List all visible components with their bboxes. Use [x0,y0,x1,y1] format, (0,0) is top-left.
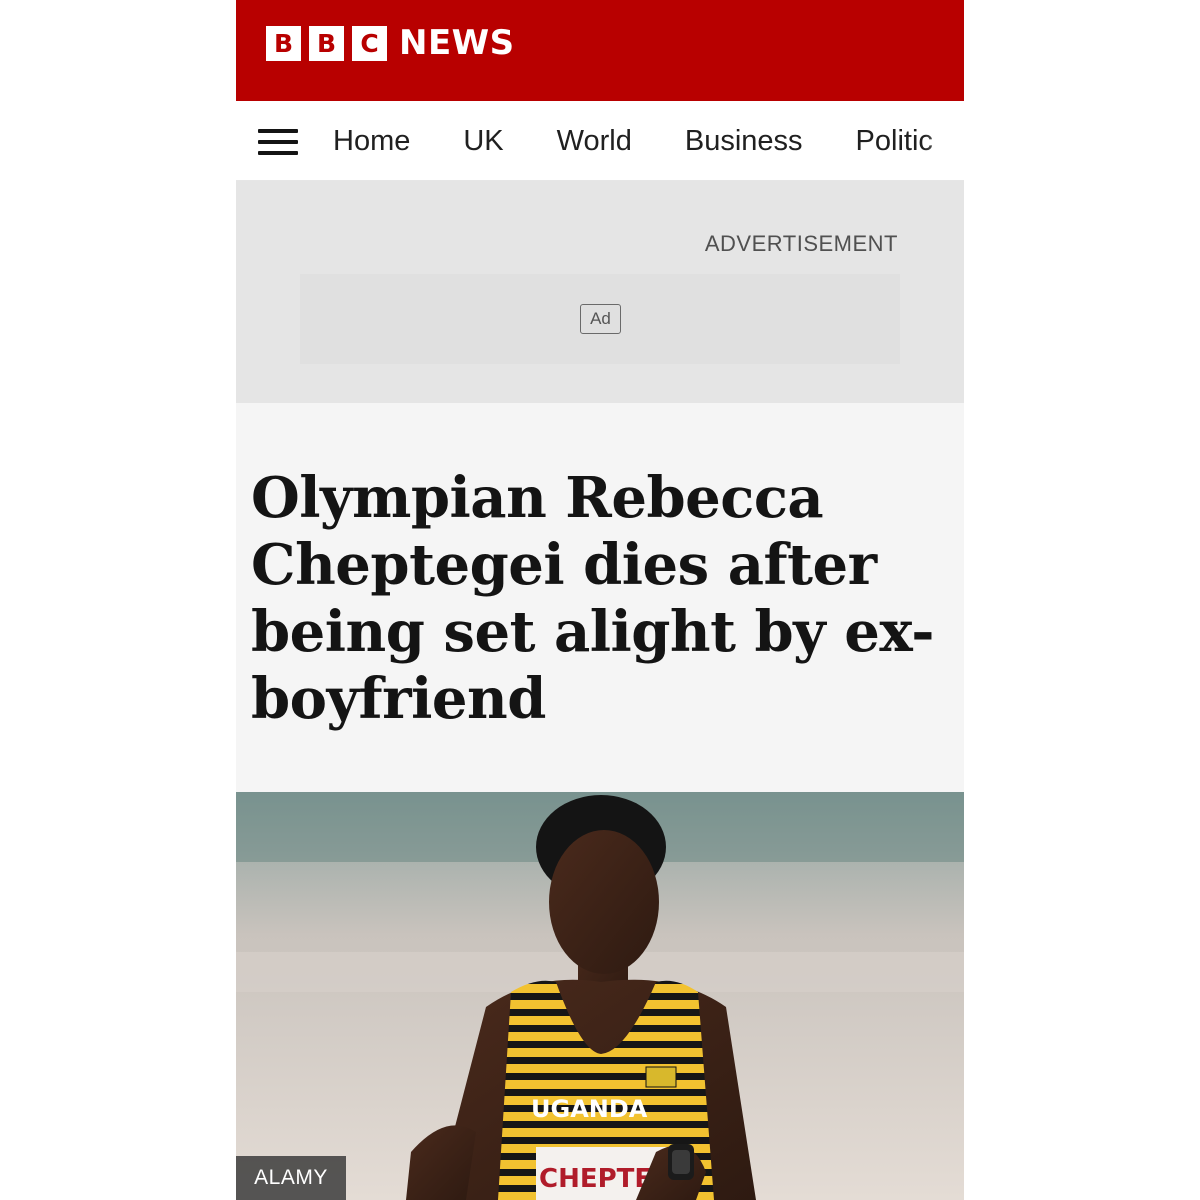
menu-line [258,140,298,144]
menu-line [258,129,298,133]
image-credit: ALAMY [236,1156,346,1200]
nav-item-uk[interactable]: UK [463,125,503,158]
vest-text: UGANDA [531,1095,648,1123]
bbc-news-logo[interactable]: B B C NEWS [266,25,515,62]
nav-item-business[interactable]: Business [685,125,803,158]
hamburger-menu-icon[interactable] [258,129,298,155]
logo-letter-b2: B [309,26,344,61]
nav-item-home[interactable]: Home [333,125,410,158]
advertisement-area: ADVERTISEMENT Ad [236,181,964,403]
nav-item-world[interactable]: World [557,125,632,158]
menu-line [258,151,298,155]
runner-photo-illustration: UGANDA CHEPTEGEI [236,792,964,1200]
advertisement-label: ADVERTISEMENT [704,231,898,256]
article-headline: Olympian Rebecca Cheptegei dies after be… [251,465,934,732]
logo-word-news: NEWS [399,23,515,63]
ad-slot[interactable]: Ad [300,274,900,364]
logo-letter-c: C [352,26,387,61]
ad-badge: Ad [580,304,621,334]
article-lead-image[interactable]: UGANDA CHEPTEGEI ALAMY [236,792,964,1200]
bbc-news-article-page: B B C NEWS Home UK World Business Politi… [236,0,964,1200]
masthead: B B C NEWS [236,0,964,101]
logo-letter-b1: B [266,26,301,61]
nav-items: Home UK World Business Politic [333,101,964,180]
headline-section: Olympian Rebecca Cheptegei dies after be… [236,403,964,792]
nav-item-politics[interactable]: Politic [856,125,933,158]
primary-navigation: Home UK World Business Politic [236,101,964,181]
